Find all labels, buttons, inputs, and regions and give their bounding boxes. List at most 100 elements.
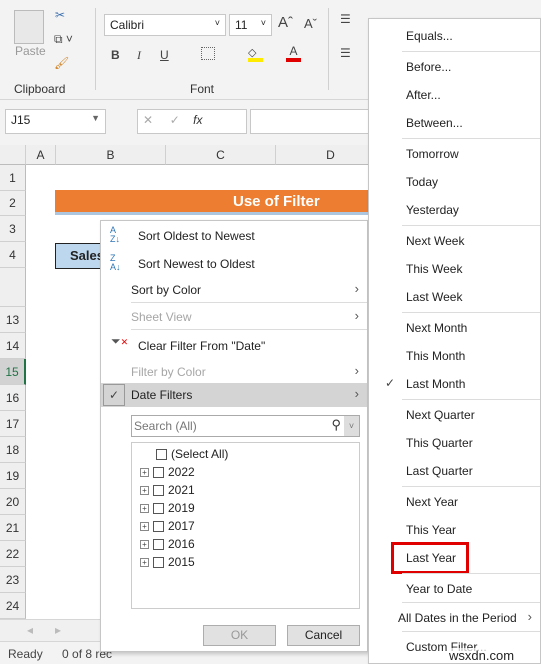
- row-header[interactable]: 1: [0, 165, 26, 191]
- checkbox[interactable]: [153, 521, 164, 533]
- column-header-c[interactable]: C: [166, 145, 276, 165]
- row-header[interactable]: 16: [0, 385, 26, 411]
- row-header[interactable]: 4: [0, 242, 26, 268]
- list-item[interactable]: (Select All): [140, 445, 359, 463]
- row-header[interactable]: 21: [0, 515, 26, 541]
- row-header[interactable]: 20: [0, 489, 26, 515]
- list-item[interactable]: +2021: [140, 481, 359, 499]
- filter-menu: A Z↓ Sort Oldest to Newest Z A↓ Sort Newes…: [100, 220, 368, 652]
- cut-icon[interactable]: ✂: [55, 8, 65, 22]
- value-list: (Select All) +2022 +2021 +2019 +2017 +20…: [131, 442, 360, 609]
- format-painter-icon[interactable]: 🖌: [54, 56, 69, 70]
- menu-item-last-year[interactable]: Last Year: [406, 551, 456, 565]
- menu-item-tomorrow[interactable]: Tomorrow: [406, 147, 459, 161]
- sort-oldest-to-newest[interactable]: Sort Oldest to Newest: [138, 229, 255, 243]
- search-input[interactable]: Search (All) ⚲ ˅: [131, 415, 360, 437]
- decrease-font-icon[interactable]: Aˇ: [304, 16, 317, 31]
- menu-item-last-month[interactable]: Last Month: [406, 377, 465, 391]
- checkbox[interactable]: [153, 557, 164, 569]
- menu-item-all-dates-in-period[interactable]: All Dates in the Period: [398, 611, 517, 625]
- menu-item-next-quarter[interactable]: Next Quarter: [406, 408, 475, 422]
- scroll-left-icon[interactable]: ◂: [27, 623, 33, 637]
- font-name-dropdown[interactable]: Calibri ˅: [104, 14, 226, 36]
- menu-item-last-quarter[interactable]: Last Quarter: [406, 464, 473, 478]
- menu-item-yesterday[interactable]: Yesterday: [406, 203, 459, 217]
- fx-icon[interactable]: fx: [193, 113, 202, 127]
- cancel-icon[interactable]: ✕: [143, 113, 153, 127]
- enter-icon[interactable]: ✓: [170, 113, 180, 127]
- paste-button[interactable]: Paste: [15, 44, 46, 58]
- menu-item-this-week[interactable]: This Week: [406, 262, 462, 276]
- menu-item-year-to-date[interactable]: Year to Date: [406, 582, 472, 596]
- menu-item-this-year[interactable]: This Year: [406, 523, 456, 537]
- list-item[interactable]: +2019: [140, 499, 359, 517]
- row-header[interactable]: 3: [0, 216, 26, 242]
- list-item[interactable]: +2015: [140, 553, 359, 571]
- menu-item-next-year[interactable]: Next Year: [406, 495, 458, 509]
- menu-item-equals[interactable]: Equals...: [406, 29, 453, 43]
- date-filters-submenu: Equals... Before... After... Between... …: [368, 18, 541, 664]
- scroll-right-icon[interactable]: ▸: [55, 623, 61, 637]
- chevron-right-icon: ›: [527, 609, 532, 624]
- cancel-button[interactable]: Cancel: [287, 625, 360, 646]
- row-header[interactable]: 19: [0, 463, 26, 489]
- column-header-a[interactable]: A: [26, 145, 56, 165]
- underline-button[interactable]: U: [160, 48, 169, 62]
- clear-filter-from-date[interactable]: Clear Filter From "Date": [138, 339, 265, 353]
- align-top-icon[interactable]: ☰: [340, 12, 351, 26]
- row-header[interactable]: 24: [0, 593, 26, 619]
- copy-icon[interactable]: ⧉ ˅: [54, 32, 73, 47]
- expand-icon[interactable]: +: [140, 558, 149, 568]
- checkbox[interactable]: [153, 485, 164, 497]
- checkbox[interactable]: [156, 449, 167, 461]
- list-item[interactable]: +2016: [140, 535, 359, 553]
- list-item[interactable]: +2022: [140, 463, 359, 481]
- menu-item-next-month[interactable]: Next Month: [406, 321, 467, 335]
- select-all-corner[interactable]: [0, 145, 26, 165]
- row-header[interactable]: 17: [0, 411, 26, 437]
- ok-button[interactable]: OK: [203, 625, 276, 646]
- menu-item-between[interactable]: Between...: [406, 116, 463, 130]
- increase-font-icon[interactable]: Aˆ: [278, 14, 293, 31]
- italic-button[interactable]: I: [137, 48, 141, 63]
- chevron-down-icon[interactable]: ˅: [344, 416, 359, 436]
- expand-icon[interactable]: +: [140, 486, 149, 496]
- menu-item-last-week[interactable]: Last Week: [406, 290, 462, 304]
- expand-icon[interactable]: +: [140, 468, 149, 478]
- row-header[interactable]: 23: [0, 567, 26, 593]
- font-color-icon[interactable]: A: [286, 44, 301, 62]
- menu-item-today[interactable]: Today: [406, 175, 438, 189]
- sheet-title-cell[interactable]: Use of Filter: [55, 190, 375, 215]
- fill-color-icon[interactable]: ◇: [248, 46, 263, 62]
- expand-icon[interactable]: +: [140, 504, 149, 514]
- borders-icon[interactable]: [201, 47, 215, 60]
- font-size-dropdown[interactable]: 11 ˅: [229, 14, 272, 36]
- menu-item-next-week[interactable]: Next Week: [406, 234, 464, 248]
- list-item[interactable]: +2017: [140, 517, 359, 535]
- status-ready: Ready: [8, 647, 43, 661]
- bold-button[interactable]: B: [111, 48, 120, 62]
- sort-newest-to-oldest[interactable]: Sort Newest to Oldest: [138, 257, 255, 271]
- row-header[interactable]: 22: [0, 541, 26, 567]
- checkbox[interactable]: [153, 503, 164, 515]
- column-header-b[interactable]: B: [56, 145, 166, 165]
- expand-icon[interactable]: +: [140, 540, 149, 550]
- expand-icon[interactable]: +: [140, 522, 149, 532]
- sort-by-color[interactable]: Sort by Color: [131, 283, 201, 297]
- row-header[interactable]: 18: [0, 437, 26, 463]
- checkbox[interactable]: [153, 467, 164, 479]
- row-header-selected[interactable]: 15: [0, 359, 26, 385]
- date-filters-item[interactable]: ✓ Date Filters ›: [101, 383, 367, 407]
- chevron-right-icon: ›: [354, 281, 359, 296]
- menu-item-before[interactable]: Before...: [406, 60, 451, 74]
- name-box[interactable]: J15 ▼: [5, 109, 106, 134]
- row-header[interactable]: 14: [0, 333, 26, 359]
- menu-item-this-quarter[interactable]: This Quarter: [406, 436, 473, 450]
- align-left-icon[interactable]: ☰: [340, 46, 351, 60]
- row-header[interactable]: 2: [0, 191, 26, 216]
- paste-icon[interactable]: [14, 10, 44, 44]
- row-header[interactable]: 13: [0, 307, 26, 333]
- menu-item-this-month[interactable]: This Month: [406, 349, 465, 363]
- checkbox[interactable]: [153, 539, 164, 551]
- menu-item-after[interactable]: After...: [406, 88, 441, 102]
